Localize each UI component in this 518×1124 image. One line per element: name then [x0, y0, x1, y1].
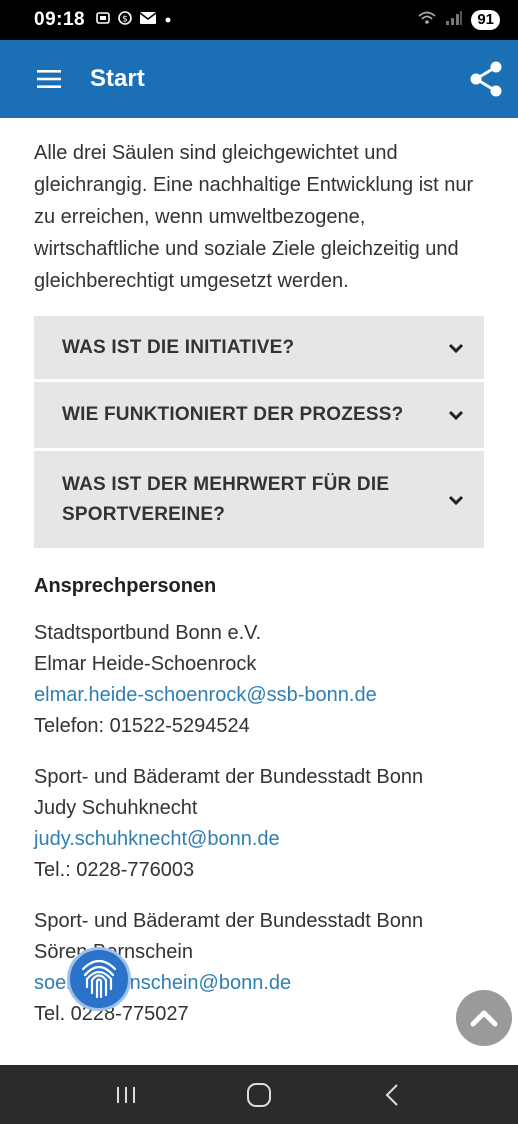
dot-icon — [163, 12, 173, 29]
main-content: Alle drei Säulen sind gleichgewichtet un… — [0, 118, 518, 1030]
status-time: 09:18 — [34, 9, 86, 30]
signal-icon — [445, 10, 463, 31]
svg-text:$: $ — [122, 15, 128, 25]
page-title: Start — [90, 65, 145, 92]
vpn-icon: $ — [117, 10, 133, 30]
accordion-label: WAS IST DIE INITIATIVE? — [62, 336, 295, 358]
status-system-icons: 91 — [417, 10, 500, 31]
contact-phone: Tel.: 0228-776003 — [34, 859, 195, 881]
share-icon[interactable] — [454, 40, 518, 118]
contact-card: Sport- und Bäderamt der Bundesstadt Bonn… — [34, 762, 484, 886]
contact-name: Judy Schuhknecht — [34, 797, 198, 819]
accordion-item-initiative[interactable]: WAS IST DIE INITIATIVE? — [34, 316, 484, 379]
app-bar: Start — [0, 40, 518, 118]
accordion-label: WIE FUNKTIONIERT DER PROZESS? — [62, 404, 404, 425]
chevron-up-icon — [470, 1010, 498, 1027]
chevron-down-icon — [446, 409, 466, 421]
mail-icon — [139, 11, 157, 29]
contact-phone: Telefon: 01522-5294524 — [34, 715, 250, 737]
chevron-down-icon — [446, 494, 466, 506]
accordion: WAS IST DIE INITIATIVE? WIE FUNKTIONIERT… — [34, 316, 484, 548]
contacts-heading: Ansprechpersonen — [34, 575, 217, 597]
accordion-item-value[interactable]: WAS IST DER MEHRWERT FÜR DIE SPORTVEREIN… — [34, 451, 484, 548]
contact-organization: Sport- und Bäderamt der Bundesstadt Bonn — [34, 910, 424, 932]
contact-organization: Stadtsportbund Bonn e.V. — [34, 622, 262, 644]
contact-name: Elmar Heide-Schoenrock — [34, 653, 257, 675]
scroll-top-button[interactable] — [456, 990, 512, 1046]
accordion-label: WAS IST DER MEHRWERT FÜR DIE SPORTVEREIN… — [62, 473, 390, 525]
contact-organization: Sport- und Bäderamt der Bundesstadt Bonn — [34, 766, 424, 788]
battery-indicator: 91 — [471, 10, 500, 30]
fingerprint-icon — [81, 959, 117, 999]
contact-email-link[interactable]: elmar.heide-schoenrock@ssb-bonn.de — [34, 684, 377, 706]
wifi-icon — [417, 10, 437, 31]
hamburger-icon[interactable] — [20, 40, 80, 118]
screenshot-icon — [95, 10, 111, 30]
intro-text: Alle drei Säulen sind gleichgewichtet un… — [34, 142, 474, 292]
accordion-item-process[interactable]: WIE FUNKTIONIERT DER PROZESS? — [34, 382, 484, 448]
fingerprint-button[interactable] — [67, 947, 131, 1011]
home-icon[interactable] — [229, 1070, 289, 1120]
recent-apps-icon[interactable] — [96, 1070, 156, 1120]
contact-email-link[interactable]: judy.schuhknecht@bonn.de — [34, 828, 280, 850]
contact-card: Stadtsportbund Bonn e.V. Elmar Heide-Sch… — [34, 618, 484, 742]
system-nav-bar — [0, 1065, 518, 1124]
status-bar: 09:18 $ 91 — [0, 0, 518, 40]
status-notification-icons: $ — [95, 10, 173, 30]
back-icon[interactable] — [362, 1070, 422, 1120]
chevron-down-icon — [446, 342, 466, 354]
